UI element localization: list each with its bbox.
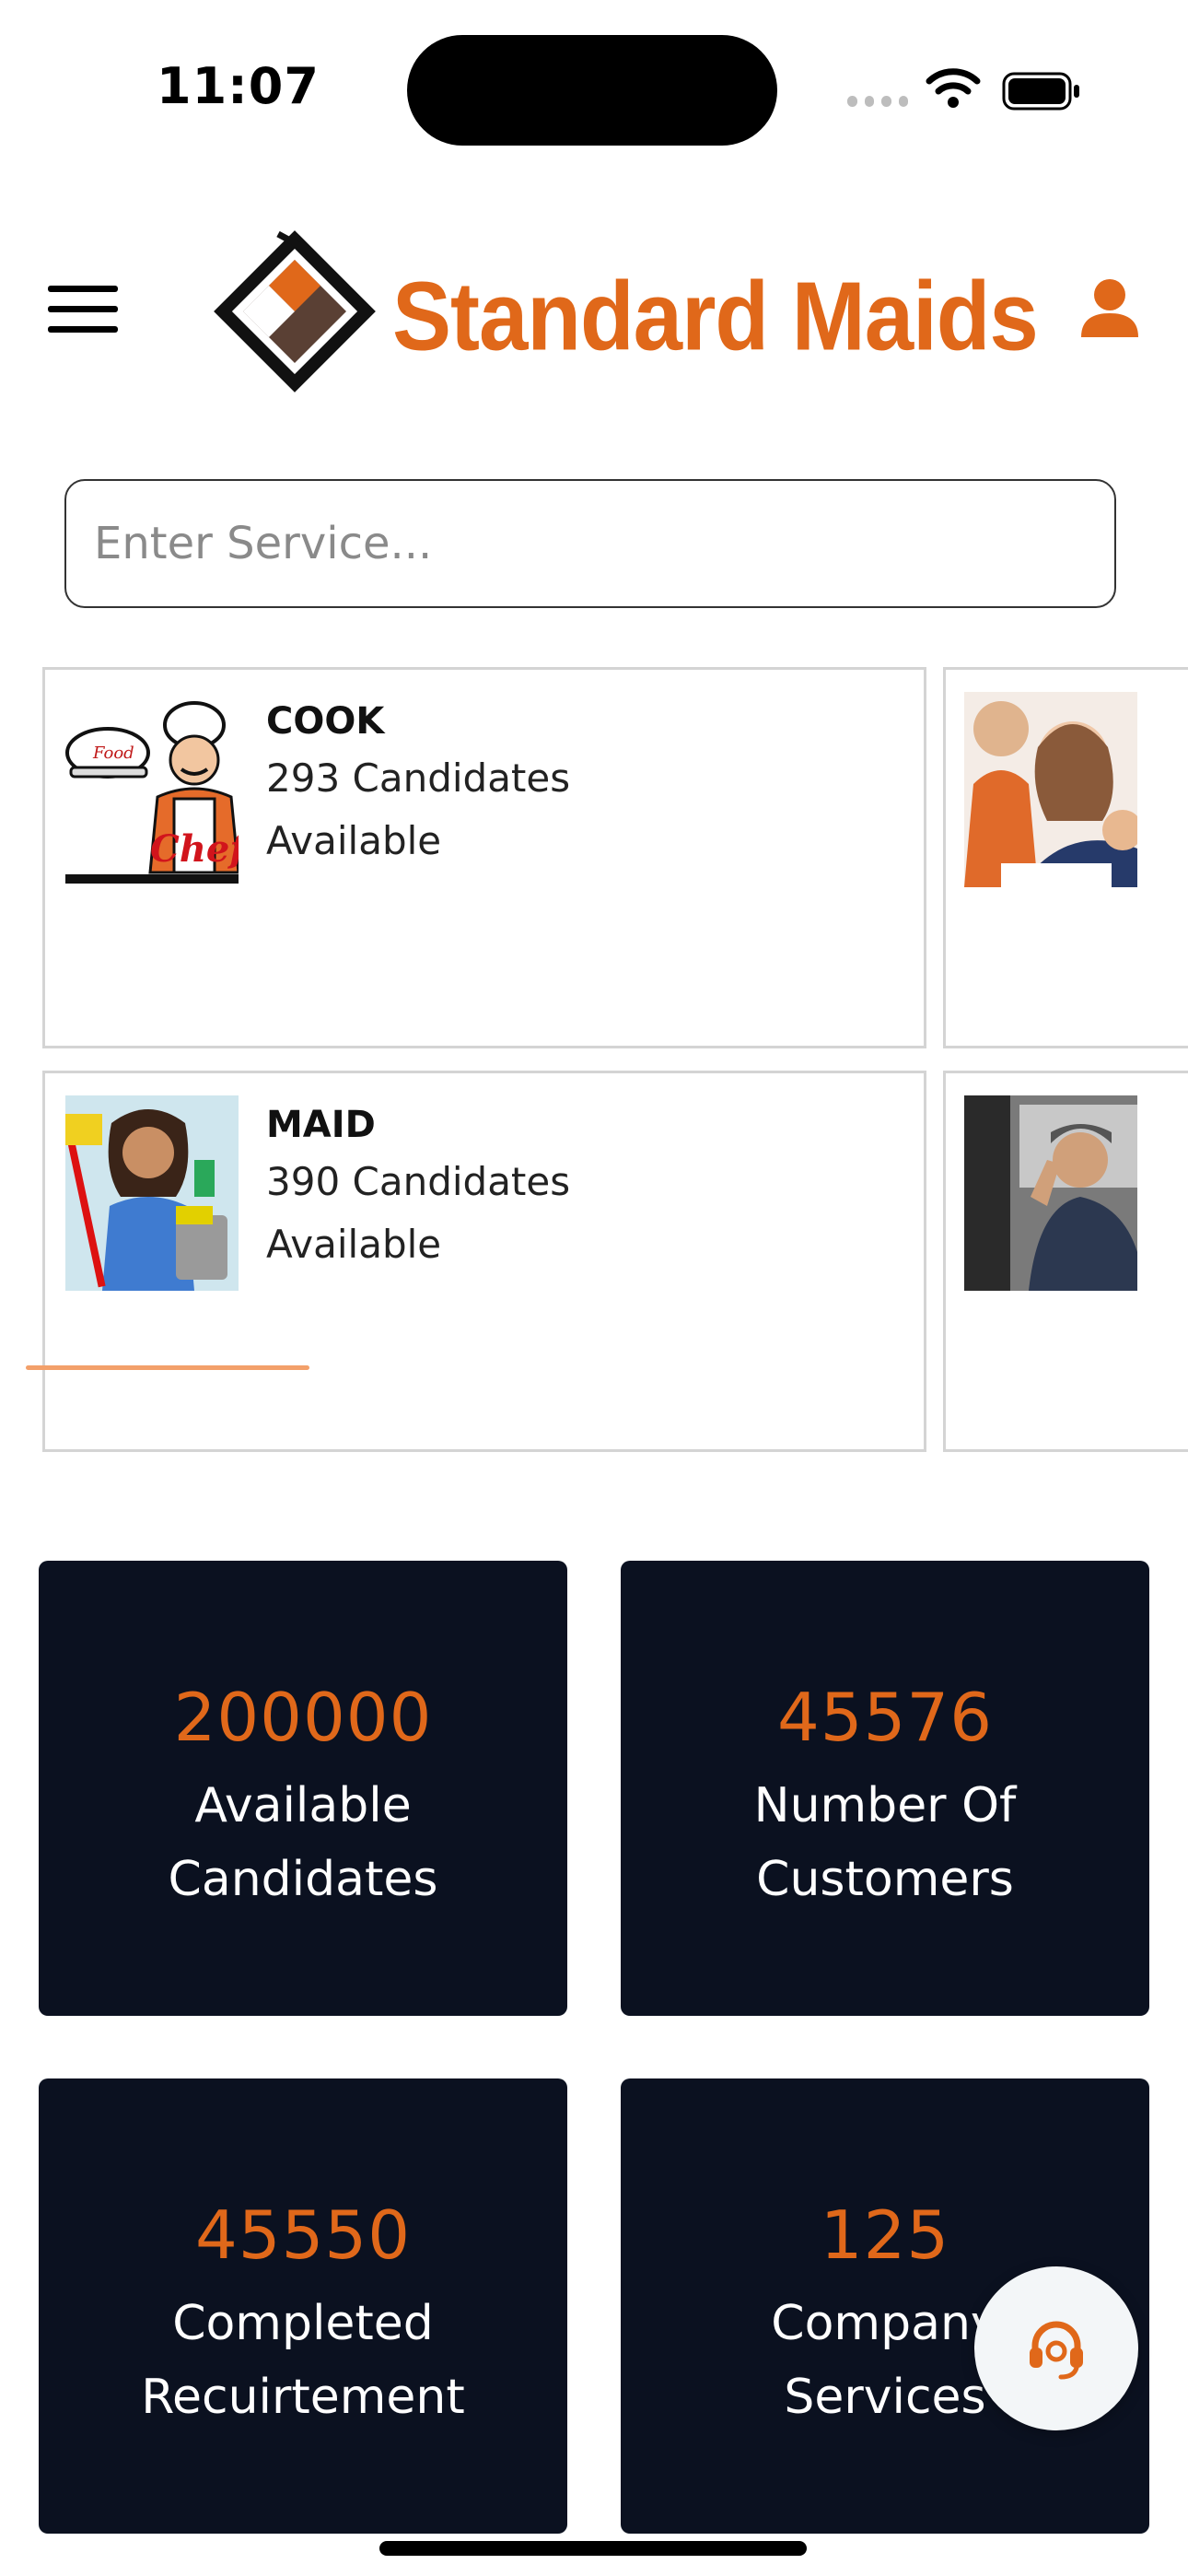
status-time: 11:07 bbox=[157, 57, 320, 115]
hamburger-menu-icon[interactable] bbox=[48, 286, 118, 334]
home-indicator bbox=[379, 2541, 807, 2556]
maid-with-cleaning-supplies-photo bbox=[65, 1095, 239, 1291]
service-title: COOK bbox=[266, 700, 385, 743]
candidate-count: 390 Candidates bbox=[266, 1159, 571, 1204]
driver-in-vehicle-photo bbox=[964, 1095, 1137, 1291]
brand-logo: Standard Maids bbox=[212, 228, 1039, 394]
cellular-signal-icon bbox=[847, 96, 908, 111]
chef-illustration: Food Chef bbox=[65, 692, 239, 887]
service-card-maid[interactable]: MAID 390 Candidates Available bbox=[42, 1071, 926, 1452]
service-card-tutor[interactable] bbox=[943, 667, 1188, 1048]
headset-support-icon bbox=[1030, 2321, 1083, 2380]
svg-text:Food: Food bbox=[92, 744, 134, 763]
stat-label: Completed Recuirtement bbox=[141, 2296, 465, 2425]
search-input[interactable] bbox=[64, 479, 1116, 608]
support-button[interactable] bbox=[974, 2266, 1138, 2430]
user-icon[interactable] bbox=[1077, 276, 1142, 341]
stat-number-of-customers: 45576 Number Of Customers bbox=[621, 1561, 1149, 2016]
svg-text:Chef: Chef bbox=[150, 827, 239, 871]
service-card-cook[interactable]: Food Chef COOK 293 Candidates Available bbox=[42, 667, 926, 1048]
availability-status: Available bbox=[266, 818, 442, 863]
dynamic-island bbox=[407, 35, 777, 146]
stat-completed-recruitment: 45550 Completed Recuirtement bbox=[39, 2078, 567, 2534]
stat-value: 125 bbox=[820, 2196, 950, 2274]
service-card-driver[interactable] bbox=[943, 1071, 1188, 1452]
service-title: MAID bbox=[266, 1104, 376, 1146]
stat-value: 45550 bbox=[194, 2196, 412, 2274]
brand-name: Standard Maids bbox=[392, 263, 1039, 371]
carousel-scroll-indicator bbox=[26, 1365, 309, 1370]
stat-label: Number Of Customers bbox=[753, 1778, 1017, 1907]
stat-value: 45576 bbox=[776, 1679, 994, 1756]
tutor-with-children-photo bbox=[964, 692, 1137, 887]
availability-status: Available bbox=[266, 1222, 442, 1267]
battery-icon bbox=[1002, 72, 1079, 111]
stat-label: Available Candidates bbox=[168, 1778, 438, 1907]
stat-value: 200000 bbox=[173, 1679, 433, 1756]
stat-available-candidates: 200000 Available Candidates bbox=[39, 1561, 567, 2016]
wifi-icon bbox=[926, 68, 981, 108]
logo-diamond-icon bbox=[214, 230, 376, 392]
candidate-count: 293 Candidates bbox=[266, 755, 571, 801]
